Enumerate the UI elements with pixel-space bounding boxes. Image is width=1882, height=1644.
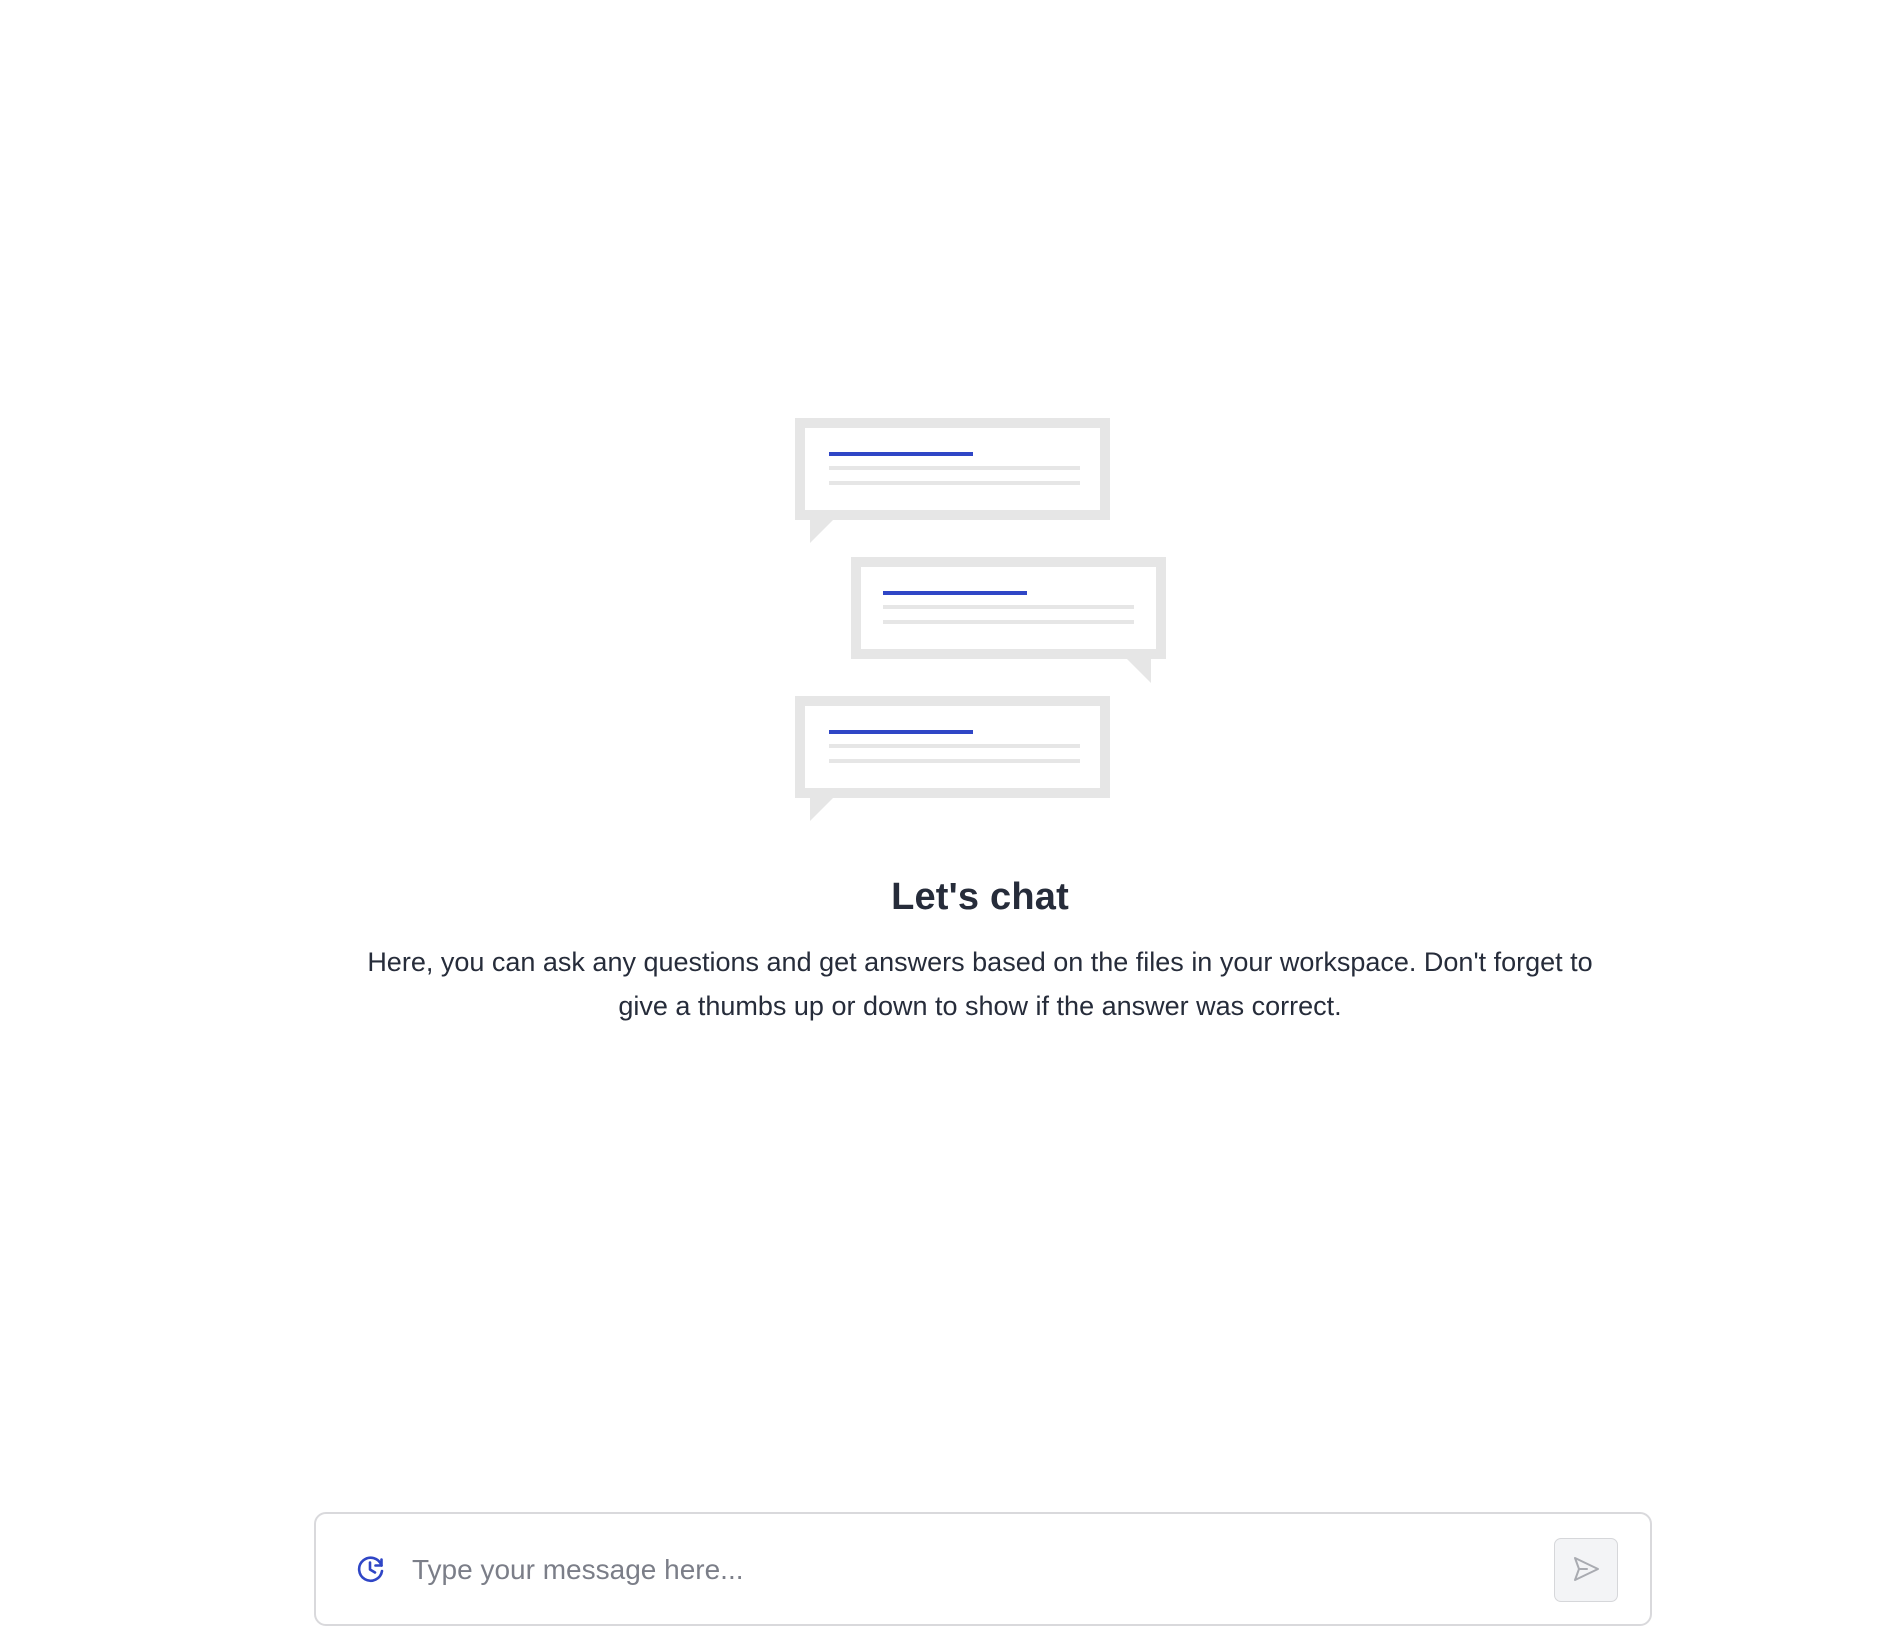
chat-bubble-bottom [795, 696, 1110, 821]
empty-state-title: Let's chat [891, 876, 1069, 918]
chat-bubble-middle [851, 557, 1166, 683]
message-composer [314, 1512, 1652, 1626]
send-button[interactable] [1554, 1538, 1618, 1602]
chat-bubble-top [795, 418, 1110, 543]
chat-page: Let's chat Here, you can ask any questio… [0, 0, 1882, 1644]
message-input[interactable] [412, 1542, 1512, 1598]
empty-state-description: Here, you can ask any questions and get … [367, 947, 1593, 1021]
chat-bubbles-illustration [795, 418, 1166, 821]
send-icon [1571, 1554, 1601, 1587]
history-icon[interactable] [356, 1554, 386, 1584]
